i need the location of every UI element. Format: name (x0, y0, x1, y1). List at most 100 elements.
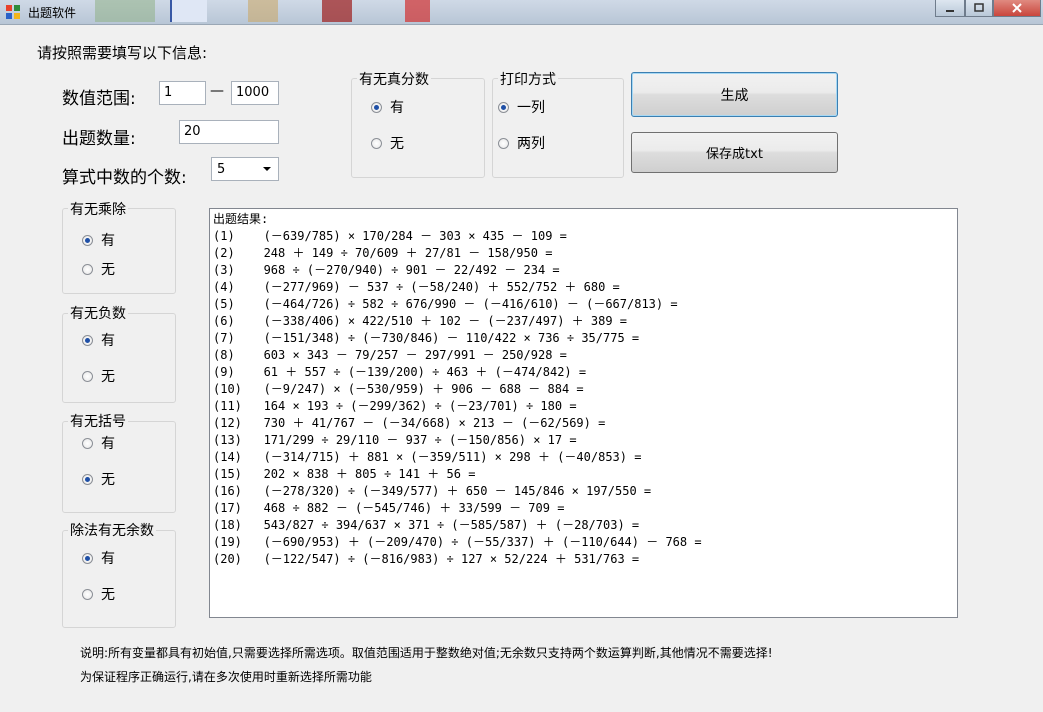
print-group (492, 78, 624, 178)
note-line-1: 说明:所有变量都具有初始值,只需要选择所需选项。取值范围适用于整数绝对值;无余数… (80, 646, 773, 660)
range-label: 数值范围: (62, 89, 136, 109)
save-txt-button[interactable]: 保存成txt (631, 132, 838, 173)
result-line: (4) (－277/969) － 537 ÷ (－58/240) ＋ 552/7… (213, 280, 620, 294)
result-line: (17) 468 ÷ 882 － (－545/746) ＋ 33/599 － 7… (213, 501, 565, 515)
radio-label: 有 (390, 100, 404, 116)
close-icon (1012, 3, 1022, 13)
generate-button[interactable]: 生成 (631, 72, 838, 117)
count-input[interactable]: 20 (179, 120, 279, 144)
result-line: (3) 968 ÷ (－270/940) ÷ 901 － 22/492 － 23… (213, 263, 560, 277)
background-blur (322, 0, 352, 22)
count-label: 出题数量: (62, 129, 136, 149)
bracket-group-title: 有无括号 (68, 411, 128, 431)
result-line: (18) 543/827 ÷ 394/637 × 371 ÷ (－585/587… (213, 518, 640, 532)
title-bar[interactable]: 出题软件 (0, 0, 1043, 25)
negative-group (62, 313, 176, 403)
radio-label: 无 (101, 472, 115, 488)
muldiv-yes-radio[interactable]: 有 (82, 230, 115, 250)
negative-group-title: 有无负数 (68, 303, 128, 323)
bracket-no-radio[interactable]: 无 (82, 469, 115, 489)
nums-select[interactable]: 5 (211, 157, 279, 181)
radio-label: 一列 (517, 100, 545, 116)
result-line: (20) (－122/547) ÷ (－816/983) ÷ 127 × 52/… (213, 552, 640, 566)
muldiv-group-title: 有无乘除 (68, 199, 128, 219)
remainder-no-radio[interactable]: 无 (82, 584, 115, 604)
radio-checked-icon (371, 101, 382, 113)
radio-label: 无 (101, 369, 115, 385)
nums-label: 算式中数的个数: (62, 168, 187, 188)
fraction-group (351, 78, 485, 178)
remainder-group-title: 除法有无余数 (68, 520, 156, 540)
bracket-group (62, 421, 176, 513)
fraction-group-title: 有无真分数 (357, 69, 431, 89)
chevron-down-icon (263, 167, 271, 171)
result-line: (10) (－9/247) × (－530/959) ＋ 906 － 688 －… (213, 382, 584, 396)
radio-checked-icon (82, 334, 93, 346)
radio-checked-icon (82, 473, 93, 485)
results-list: (1) (－639/785) × 170/284 － 303 × 435 － 1… (213, 228, 954, 568)
note-line-2: 为保证程序正确运行,请在多次使用时重新选择所需功能 (80, 670, 372, 684)
fraction-yes-radio[interactable]: 有 (371, 97, 404, 117)
radio-checked-icon (82, 234, 93, 246)
print-group-title: 打印方式 (498, 69, 558, 89)
radio-unchecked-icon (371, 137, 382, 149)
minimize-button[interactable] (935, 0, 965, 17)
range-dash: — (210, 83, 224, 99)
result-line: (9) 61 ＋ 557 ÷ (－139/200) ÷ 463 ＋ (－474/… (213, 365, 587, 379)
result-line: (2) 248 ＋ 149 ÷ 70/609 ＋ 27/81 － 158/950… (213, 246, 553, 260)
bracket-yes-radio[interactable]: 有 (82, 433, 115, 453)
radio-unchecked-icon (82, 437, 93, 449)
radio-label: 无 (101, 587, 115, 603)
radio-unchecked-icon (82, 370, 93, 382)
nums-select-value: 5 (217, 161, 226, 177)
results-textarea[interactable]: 出题结果: (1) (－639/785) × 170/284 － 303 × 4… (209, 208, 958, 618)
remainder-yes-radio[interactable]: 有 (82, 548, 115, 568)
maximize-icon (974, 3, 984, 12)
result-line: (14) (－314/715) ＋ 881 × (－359/511) × 298… (213, 450, 642, 464)
radio-label: 有 (101, 436, 115, 452)
app-icon (6, 5, 20, 19)
range-max-input[interactable]: 1000 (231, 81, 279, 105)
print-two-column-radio[interactable]: 两列 (498, 133, 545, 153)
instruction-label: 请按照需要填写以下信息: (37, 44, 208, 62)
radio-unchecked-icon (498, 137, 509, 149)
background-blur (248, 0, 278, 22)
radio-label: 无 (390, 136, 404, 152)
background-blur (95, 0, 155, 22)
result-line: (11) 164 × 193 ÷ (－299/362) ÷ (－23/701) … (213, 399, 577, 413)
result-line: (15) 202 × 838 ＋ 805 ÷ 141 ＋ 56 = (213, 467, 476, 481)
result-line: (7) (－151/348) ÷ (－730/846) － 110/422 × … (213, 331, 640, 345)
result-line: (8) 603 × 343 － 79/257 － 297/991 － 250/9… (213, 348, 567, 362)
remainder-group (62, 530, 176, 628)
radio-label: 有 (101, 551, 115, 567)
range-min-input[interactable]: 1 (159, 81, 206, 105)
negative-no-radio[interactable]: 无 (82, 366, 115, 386)
result-line: (16) (－278/320) ÷ (－349/577) ＋ 650 － 145… (213, 484, 652, 498)
minimize-icon (946, 10, 954, 12)
radio-label: 无 (101, 262, 115, 278)
close-button[interactable] (993, 0, 1041, 17)
result-line: (19) (－690/953) ＋ (－209/470) ÷ (－55/337)… (213, 535, 702, 549)
result-line: (1) (－639/785) × 170/284 － 303 × 435 － 1… (213, 229, 567, 243)
muldiv-group (62, 208, 176, 294)
result-line: (6) (－338/406) × 422/510 ＋ 102 － (－237/4… (213, 314, 628, 328)
radio-unchecked-icon (82, 263, 93, 275)
results-header: 出题结果: (213, 212, 269, 226)
result-line: (5) (－464/726) ÷ 582 ÷ 676/990 － (－416/6… (213, 297, 678, 311)
radio-checked-icon (82, 552, 93, 564)
radio-label: 有 (101, 333, 115, 349)
muldiv-no-radio[interactable]: 无 (82, 259, 115, 279)
print-one-column-radio[interactable]: 一列 (498, 97, 545, 117)
result-line: (13) 171/299 ÷ 29/110 － 937 ÷ (－150/856)… (213, 433, 577, 447)
negative-yes-radio[interactable]: 有 (82, 330, 115, 350)
radio-checked-icon (498, 101, 509, 113)
result-line: (12) 730 ＋ 41/767 － (－34/668) × 213 － (－… (213, 416, 606, 430)
radio-label: 两列 (517, 136, 545, 152)
background-blur (170, 0, 207, 22)
background-blur (405, 0, 430, 22)
maximize-button[interactable] (965, 0, 993, 17)
radio-unchecked-icon (82, 588, 93, 600)
radio-label: 有 (101, 233, 115, 249)
fraction-no-radio[interactable]: 无 (371, 133, 404, 153)
window-title: 出题软件 (28, 6, 77, 20)
